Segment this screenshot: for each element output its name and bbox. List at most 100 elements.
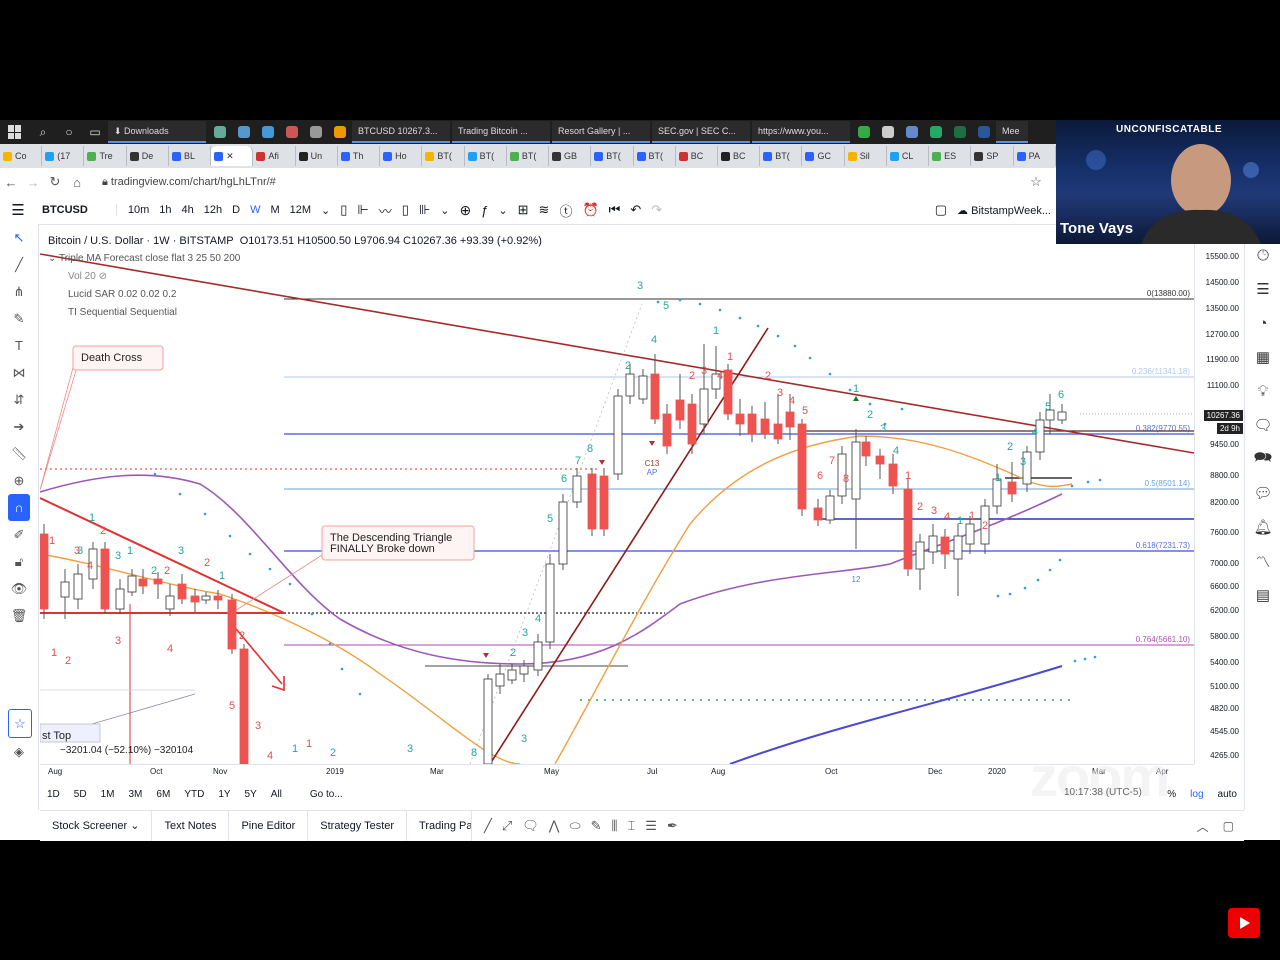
line-style-icon[interactable]: 〰 bbox=[374, 201, 397, 220]
cursor-icon[interactable]: ↖ bbox=[0, 224, 38, 251]
price-axis[interactable]: 15500.00 14500.00 13500.00 12700.00 11900.00… bbox=[1194, 224, 1245, 764]
browser-tab[interactable]: Afi bbox=[253, 146, 296, 166]
indicators-icon[interactable]: ƒ bbox=[476, 203, 493, 218]
word-icon[interactable] bbox=[978, 126, 990, 138]
templates-icon[interactable]: ⊞ bbox=[513, 202, 534, 218]
hidden-eye-icon[interactable]: ⊘ bbox=[99, 271, 107, 282]
collapse-panel-icon[interactable]: ︿ bbox=[1197, 818, 1209, 835]
browser-tab[interactable]: Un bbox=[296, 146, 338, 166]
browser-tab[interactable]: GC bbox=[802, 146, 845, 166]
candle-style-icon[interactable]: ▯ bbox=[335, 202, 352, 218]
app-icon[interactable] bbox=[214, 126, 226, 138]
indicator-ti-sequential[interactable]: TI Sequential Sequential bbox=[68, 307, 177, 318]
app-icon[interactable] bbox=[930, 126, 942, 138]
app-icon[interactable] bbox=[906, 126, 918, 138]
browser-tab[interactable]: De bbox=[127, 146, 169, 166]
browser-tab[interactable]: ✕ bbox=[211, 146, 254, 166]
tab-pine-editor[interactable]: Pine Editor bbox=[229, 811, 309, 841]
line-tool-icon[interactable]: ╱ bbox=[484, 818, 492, 834]
tab-stock-screener[interactable]: Stock Screener ⌄ bbox=[40, 811, 153, 841]
browser-tab[interactable]: Ho bbox=[380, 146, 423, 166]
ray-tool-icon[interactable]: ⤢ bbox=[502, 818, 512, 834]
browser-tab[interactable]: GB bbox=[549, 146, 592, 166]
app-icon[interactable] bbox=[858, 126, 870, 138]
forward-icon[interactable]: → bbox=[22, 175, 44, 190]
log-toggle[interactable]: log bbox=[1183, 789, 1210, 800]
pattern-icon[interactable]: ⋈ bbox=[0, 359, 38, 386]
trends-icon[interactable]: 〽 bbox=[1245, 544, 1280, 578]
alert-icon[interactable]: ⏰ bbox=[577, 202, 603, 218]
browser-tab[interactable]: PA bbox=[1014, 146, 1056, 166]
lock-icon[interactable]: 🔓︎ bbox=[0, 548, 38, 575]
taskbar-meet[interactable]: Mee bbox=[996, 121, 1028, 143]
interval-12m[interactable]: 12M bbox=[285, 204, 316, 216]
interval-m[interactable]: M bbox=[265, 204, 284, 216]
tab-strategy-tester[interactable]: Strategy Tester bbox=[308, 811, 408, 841]
browser-tab[interactable]: CL bbox=[887, 146, 930, 166]
browser-tab[interactable]: Th bbox=[338, 146, 381, 166]
app-icon[interactable] bbox=[882, 126, 894, 138]
heikin-ashi-icon[interactable]: ⊪ bbox=[414, 202, 435, 218]
browser-tab[interactable]: BL bbox=[169, 146, 212, 166]
ruler-icon[interactable]: 📏︎ bbox=[0, 440, 38, 467]
tab-trading-panel[interactable]: Trading Pa bbox=[407, 811, 473, 841]
app-icon[interactable] bbox=[238, 126, 250, 138]
url-field[interactable]: 🔒︎ tradingview.com/chart/hgLhLTnr/# bbox=[102, 176, 1026, 189]
indicator-vol[interactable]: Vol 20 bbox=[68, 271, 96, 282]
range-1d[interactable]: 1D bbox=[40, 789, 67, 800]
notifications-icon[interactable]: 🔔︎ bbox=[1245, 510, 1280, 544]
interval-1h[interactable]: 1h bbox=[154, 204, 176, 216]
browser-tab[interactable]: Sil bbox=[845, 146, 887, 166]
chart-style-dropdown-icon[interactable]: ⌄ bbox=[435, 204, 454, 217]
stay-drawing-icon[interactable]: ✐ bbox=[0, 521, 38, 548]
ellipse-icon[interactable]: ⬭ bbox=[569, 818, 580, 834]
path-icon[interactable]: ⋀ bbox=[549, 818, 560, 834]
cortana-icon[interactable]: ○ bbox=[62, 125, 76, 139]
interval-4h[interactable]: 4h bbox=[177, 204, 199, 216]
text-icon[interactable]: T bbox=[0, 332, 38, 359]
browser-tab[interactable]: BT( bbox=[465, 146, 507, 166]
menu-icon[interactable]: ☰ bbox=[0, 201, 36, 219]
bookmark-star-icon[interactable]: ☆ bbox=[1026, 174, 1046, 190]
trash-icon[interactable]: 🗑︎ bbox=[0, 602, 38, 629]
search-icon[interactable]: ⌕ bbox=[36, 125, 50, 139]
maximize-panel-icon[interactable]: ▢ bbox=[1223, 819, 1234, 833]
browser-tab[interactable]: SP bbox=[971, 146, 1014, 166]
alerts-icon[interactable]: ◔ bbox=[1245, 306, 1280, 340]
range-5d[interactable]: 5D bbox=[67, 789, 94, 800]
redo-icon[interactable]: ↷ bbox=[646, 202, 667, 218]
browser-tab[interactable]: Co bbox=[0, 146, 43, 166]
interval-d[interactable]: D bbox=[227, 204, 245, 216]
chat-icon[interactable]: 🗨︎ bbox=[1245, 408, 1280, 442]
app-icon[interactable] bbox=[310, 126, 322, 138]
vlc-icon[interactable] bbox=[334, 126, 346, 138]
zoom-icon[interactable]: ⊕ bbox=[0, 467, 38, 494]
browser-tab[interactable]: Tre bbox=[84, 146, 127, 166]
range-6m[interactable]: 6M bbox=[149, 789, 177, 800]
pitchfork-icon[interactable]: ⋔ bbox=[0, 278, 38, 305]
youtube-subscribe-icon[interactable] bbox=[1228, 908, 1260, 938]
skype-icon[interactable] bbox=[262, 126, 274, 138]
ideas-icon[interactable]: 💡︎ bbox=[1245, 374, 1280, 408]
news-icon[interactable]: ☰ bbox=[1245, 272, 1280, 306]
interval-10m[interactable]: 10m bbox=[123, 204, 154, 216]
range-5y[interactable]: 5Y bbox=[238, 789, 264, 800]
taskbar-youtube[interactable]: https://www.you... bbox=[752, 121, 850, 143]
home-icon[interactable]: ⌂ bbox=[66, 175, 88, 190]
hotlist-icon[interactable]: ▤ bbox=[1245, 578, 1280, 612]
favorites-star-icon[interactable]: ☆ bbox=[8, 709, 32, 738]
replay-icon[interactable]: ⏮ bbox=[604, 202, 626, 218]
bar-style-icon[interactable]: ⊩ bbox=[352, 202, 373, 218]
symbol-search[interactable]: BTCUSD bbox=[36, 204, 117, 216]
range-1y[interactable]: 1Y bbox=[211, 789, 237, 800]
prediction-icon[interactable]: ⇵ bbox=[0, 386, 38, 413]
browser-tab[interactable]: BC bbox=[676, 146, 718, 166]
browser-tab[interactable]: BT( bbox=[422, 146, 465, 166]
bars-pattern-icon[interactable]: ⫼ bbox=[611, 818, 617, 834]
task-view-icon[interactable]: ▭ bbox=[88, 125, 102, 139]
indicators-dropdown-icon[interactable]: ⌄ bbox=[493, 204, 512, 217]
collapse-icon[interactable]: ⌄ bbox=[48, 253, 59, 264]
undo-icon[interactable]: ↶ bbox=[625, 202, 646, 218]
back-icon[interactable]: ← bbox=[0, 175, 22, 190]
browser-tab[interactable]: BT( bbox=[591, 146, 634, 166]
